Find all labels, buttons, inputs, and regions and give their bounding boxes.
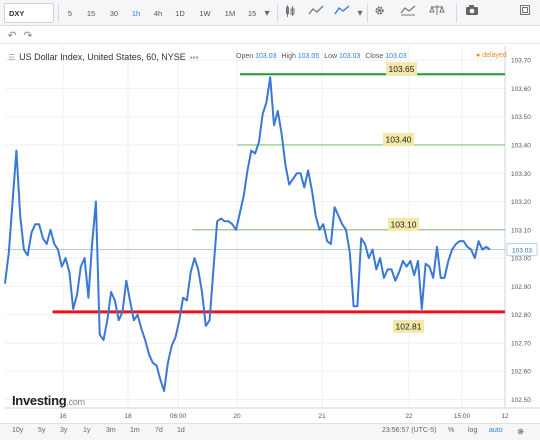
balance-icon[interactable] xyxy=(426,3,448,23)
chart-toolbar: DXY 5 15 30 1h 4h 1D 1W 1M 15 ▾ ▾ xyxy=(0,0,540,26)
chart-legend: ☰ US Dollar Index, United States, 60, NY… xyxy=(8,52,198,62)
y-tick-label: 103.60 xyxy=(511,86,531,93)
level-tag: 103.10 xyxy=(391,219,417,229)
y-tick-label: 102.50 xyxy=(511,397,531,404)
range-bar: 10y 5y 3y 1y 3m 1m 7d 1d 23:56:57 (UTC-5… xyxy=(0,423,540,440)
delayed-badge: ● delayed xyxy=(476,52,507,59)
menu-icon[interactable]: ☰ xyxy=(8,53,15,62)
high-value: 103.05 xyxy=(297,53,320,60)
x-tick-label: 12 xyxy=(501,413,509,420)
x-tick-label: 18 xyxy=(124,413,132,420)
x-tick-label: 15:00 xyxy=(454,413,471,420)
level-tag: 103.65 xyxy=(389,64,415,74)
line-chart-icon[interactable] xyxy=(306,3,326,23)
percent-toggle[interactable]: % xyxy=(448,427,454,434)
price-series-line xyxy=(4,76,491,392)
log-toggle[interactable]: log xyxy=(468,427,477,434)
y-tick-label: 102.70 xyxy=(511,340,531,347)
open-value: 103.03 xyxy=(255,53,277,60)
interval-1h[interactable]: 1h xyxy=(128,3,144,23)
toolbar-separator xyxy=(58,4,59,22)
level-tag: 103.40 xyxy=(386,134,412,144)
area-chart-icon[interactable] xyxy=(332,3,352,23)
candlestick-icon[interactable] xyxy=(281,3,299,23)
y-tick-label: 102.90 xyxy=(511,284,531,291)
camera-icon[interactable] xyxy=(463,3,481,23)
interval-4h[interactable]: 4h xyxy=(150,3,166,23)
x-tick-label: 20 xyxy=(233,413,241,420)
y-tick-label: 103.00 xyxy=(511,256,531,263)
level-tag: 102.81 xyxy=(396,321,422,331)
redo-icon[interactable]: ↷ xyxy=(20,26,36,44)
low-value: 103.03 xyxy=(338,53,361,60)
x-tick-label: 21 xyxy=(318,413,326,420)
ohlc-readout: Open 103.03 High 103.05 Low 103.03 Close… xyxy=(236,53,407,60)
range-1d[interactable]: 1d xyxy=(177,427,185,434)
range-1y[interactable]: 1y xyxy=(83,427,90,434)
interval-1w[interactable]: 1W xyxy=(196,3,214,23)
y-tick-label: 103.70 xyxy=(511,58,531,65)
symbol-input[interactable]: DXY xyxy=(4,3,54,23)
y-tick-label: 103.20 xyxy=(511,199,531,206)
interval-30m[interactable]: 30 xyxy=(106,3,122,23)
interval-5m[interactable]: 5 xyxy=(62,3,78,23)
x-tick-label: 22 xyxy=(405,413,413,420)
more-icon[interactable]: ▪▪▪ xyxy=(190,53,199,62)
chevron-down-icon[interactable]: ▾ xyxy=(356,3,364,23)
auto-toggle[interactable]: auto xyxy=(489,427,503,434)
range-3m[interactable]: 3m xyxy=(106,427,116,434)
y-tick-label: 103.10 xyxy=(511,227,531,234)
interval-1mo[interactable]: 1M xyxy=(222,3,238,23)
range-1m[interactable]: 1m xyxy=(130,427,140,434)
clock-readout: 23:56:57 (UTC-5) xyxy=(382,427,437,434)
chevron-down-icon[interactable]: ▾ xyxy=(262,3,272,23)
y-tick-label: 103.40 xyxy=(511,142,531,149)
settings-icon[interactable] xyxy=(370,3,388,23)
instrument-title: US Dollar Index, United States, 60, NYSE xyxy=(19,52,186,62)
investing-logo: Investing.com xyxy=(12,393,85,408)
price-chart[interactable]: 103.70 103.60 103.50 103.40 103.30 103.20 103.… xyxy=(0,44,540,424)
toolbar-separator xyxy=(456,4,457,22)
interval-1d[interactable]: 1D xyxy=(172,3,188,23)
undo-icon[interactable]: ↶ xyxy=(4,26,20,44)
y-tick-label: 102.60 xyxy=(511,369,531,376)
range-10y[interactable]: 10y xyxy=(12,427,23,434)
toolbar-separator xyxy=(277,4,278,22)
y-tick-label: 103.30 xyxy=(511,171,531,178)
x-tick-label: 16 xyxy=(59,413,67,420)
range-3y[interactable]: 3y xyxy=(60,427,67,434)
range-5y[interactable]: 5y xyxy=(38,427,45,434)
interval-custom[interactable]: 15 xyxy=(244,3,260,23)
drawing-subbar: ↶ ↷ xyxy=(0,26,540,44)
x-tick-label: 06:00 xyxy=(170,413,187,420)
studies-icon[interactable] xyxy=(397,3,419,23)
y-tick-label: 102.80 xyxy=(511,312,531,319)
interval-15m[interactable]: 15 xyxy=(83,3,99,23)
toolbar-separator xyxy=(367,4,368,22)
settings-icon[interactable] xyxy=(516,427,525,438)
current-price-label: 103.03 xyxy=(512,248,532,255)
range-7d[interactable]: 7d xyxy=(155,427,163,434)
close-value: 103.03 xyxy=(385,53,407,60)
fullscreen-icon[interactable] xyxy=(516,3,534,23)
y-tick-label: 103.50 xyxy=(511,114,531,121)
